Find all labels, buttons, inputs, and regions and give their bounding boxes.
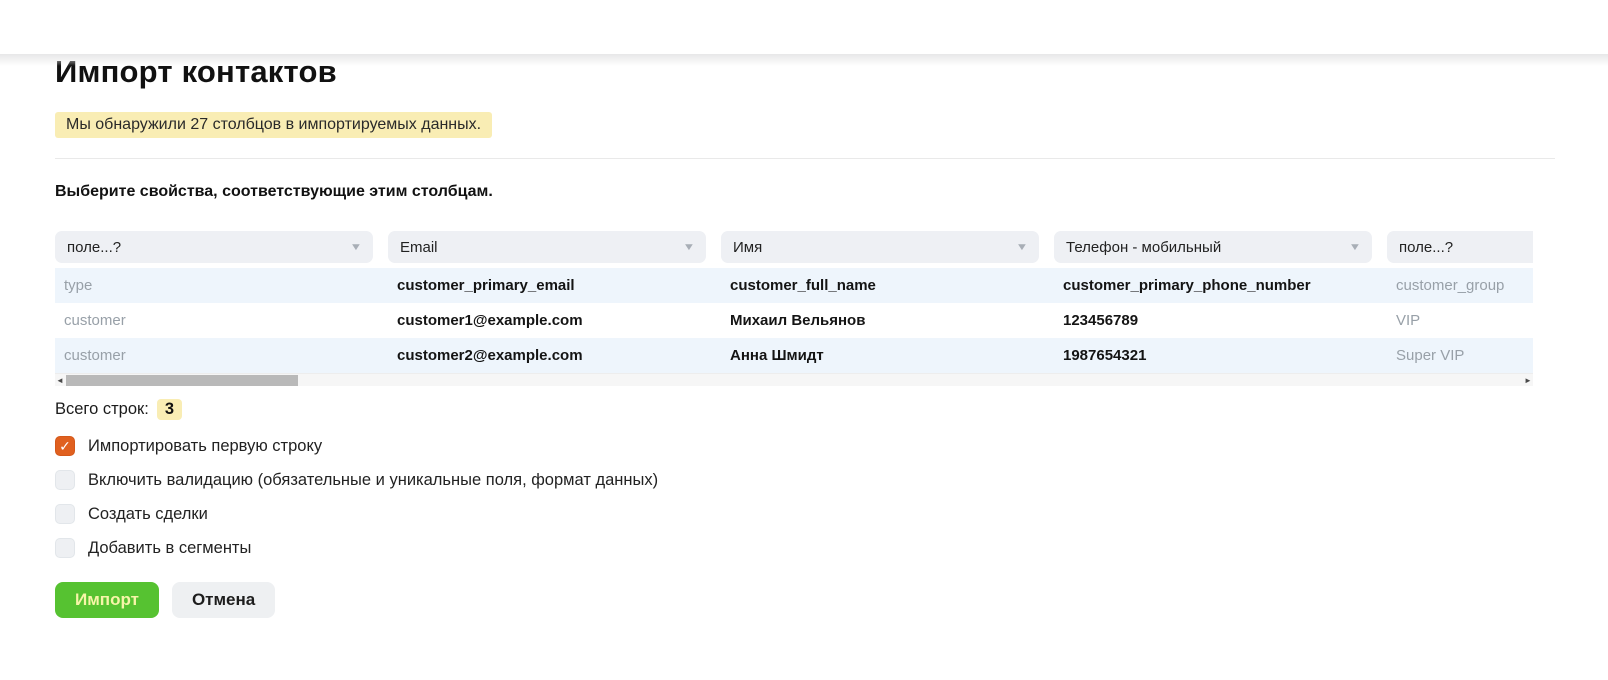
divider (55, 158, 1555, 159)
table-cell: 123456789 (1063, 312, 1139, 329)
option-label: Создать сделки (88, 504, 208, 523)
option-label: Добавить в сегменты (88, 538, 252, 557)
scroll-right-icon[interactable]: ► (1523, 374, 1533, 386)
import-button[interactable]: Импорт (55, 582, 159, 618)
mapping-instruction: Выберите свойства, соответствующие этим … (55, 183, 493, 200)
chevron-down-icon: ▼ (682, 241, 696, 253)
table-row: customer customer1@example.com Михаил Ве… (55, 303, 1533, 338)
total-rows-count-badge: 3 (156, 399, 182, 420)
option-label: Включить валидацию (обязательные и уника… (88, 470, 659, 489)
checkbox-add-to-segments[interactable]: ✓ (55, 538, 75, 558)
table-row: customer customer2@example.com Анна Шмид… (55, 338, 1533, 373)
option-label: Импортировать первую строку (88, 436, 323, 455)
table-cell: customer_primary_email (397, 277, 575, 294)
import-options: ✓ Импортировать первую строку ✓ Включить… (55, 436, 1608, 558)
total-rows: Всего строк: 3 (55, 399, 1608, 420)
columns-detected-alert: Мы обнаружили 27 столбцов в импортируемы… (55, 112, 493, 138)
property-select-4[interactable]: Телефон - мобильный ▼ (1054, 231, 1372, 263)
property-select-3[interactable]: Имя ▼ (721, 231, 1039, 263)
table-cell: customer_primary_phone_number (1063, 277, 1311, 294)
chevron-down-icon: ▼ (1015, 241, 1029, 253)
property-select-1[interactable]: поле...? ▼ (55, 231, 373, 263)
table-cell: customer2@example.com (397, 347, 583, 364)
table-row: type customer_primary_email customer_ful… (55, 268, 1533, 303)
check-icon: ✓ (59, 438, 71, 454)
chevron-down-icon: ▼ (349, 241, 363, 253)
table-cell: customer (64, 312, 126, 329)
form-actions: Импорт Отмена (55, 582, 1608, 618)
option-import-first-row[interactable]: ✓ Импортировать первую строку (55, 436, 1608, 456)
option-enable-validation[interactable]: ✓ Включить валидацию (обязательные и уни… (55, 470, 1608, 490)
import-preview-table: type customer_primary_email customer_ful… (55, 268, 1533, 373)
total-rows-label: Всего строк: (55, 400, 149, 418)
column-mapping-scroll-area: поле...? ▼ Email ▼ Имя ▼ Телефон - мобил… (55, 231, 1533, 386)
table-cell: Михаил Вельянов (730, 312, 866, 329)
table-cell: 1987654321 (1063, 347, 1147, 364)
table-cell: type (64, 277, 93, 294)
import-contacts-page: Импорт контактов Мы обнаружили 27 столбц… (0, 54, 1608, 618)
table-cell: customer_full_name (730, 277, 876, 294)
property-select-4-value: Телефон - мобильный (1066, 238, 1222, 256)
option-add-to-segments[interactable]: ✓ Добавить в сегменты (55, 538, 1608, 558)
cancel-button[interactable]: Отмена (171, 582, 276, 618)
page-title: Импорт контактов (55, 54, 337, 89)
property-select-1-value: поле...? (67, 238, 122, 256)
property-select-5[interactable]: поле...? ▼ (1387, 231, 1533, 263)
table-cell: customer1@example.com (397, 312, 583, 329)
table-cell: customer (64, 347, 126, 364)
property-select-2-value: Email (400, 238, 438, 256)
chevron-down-icon: ▼ (1348, 241, 1362, 253)
horizontal-scrollbar[interactable]: ◄ ► (55, 373, 1533, 386)
table-cell: VIP (1396, 312, 1421, 329)
scroll-left-icon[interactable]: ◄ (55, 374, 65, 386)
scrollbar-thumb[interactable] (66, 375, 298, 386)
table-cell: Анна Шмидт (730, 347, 824, 364)
table-cell: customer_group (1396, 277, 1505, 294)
checkbox-import-first-row[interactable]: ✓ (55, 436, 75, 456)
property-selects-row: поле...? ▼ Email ▼ Имя ▼ Телефон - мобил… (55, 231, 1533, 263)
property-select-5-value: поле...? (1399, 238, 1454, 256)
checkbox-create-deals[interactable]: ✓ (55, 504, 75, 524)
property-select-3-value: Имя (733, 238, 763, 256)
property-select-2[interactable]: Email ▼ (388, 231, 706, 263)
option-create-deals[interactable]: ✓ Создать сделки (55, 504, 1608, 524)
table-cell: Super VIP (1396, 347, 1465, 364)
checkbox-enable-validation[interactable]: ✓ (55, 470, 75, 490)
